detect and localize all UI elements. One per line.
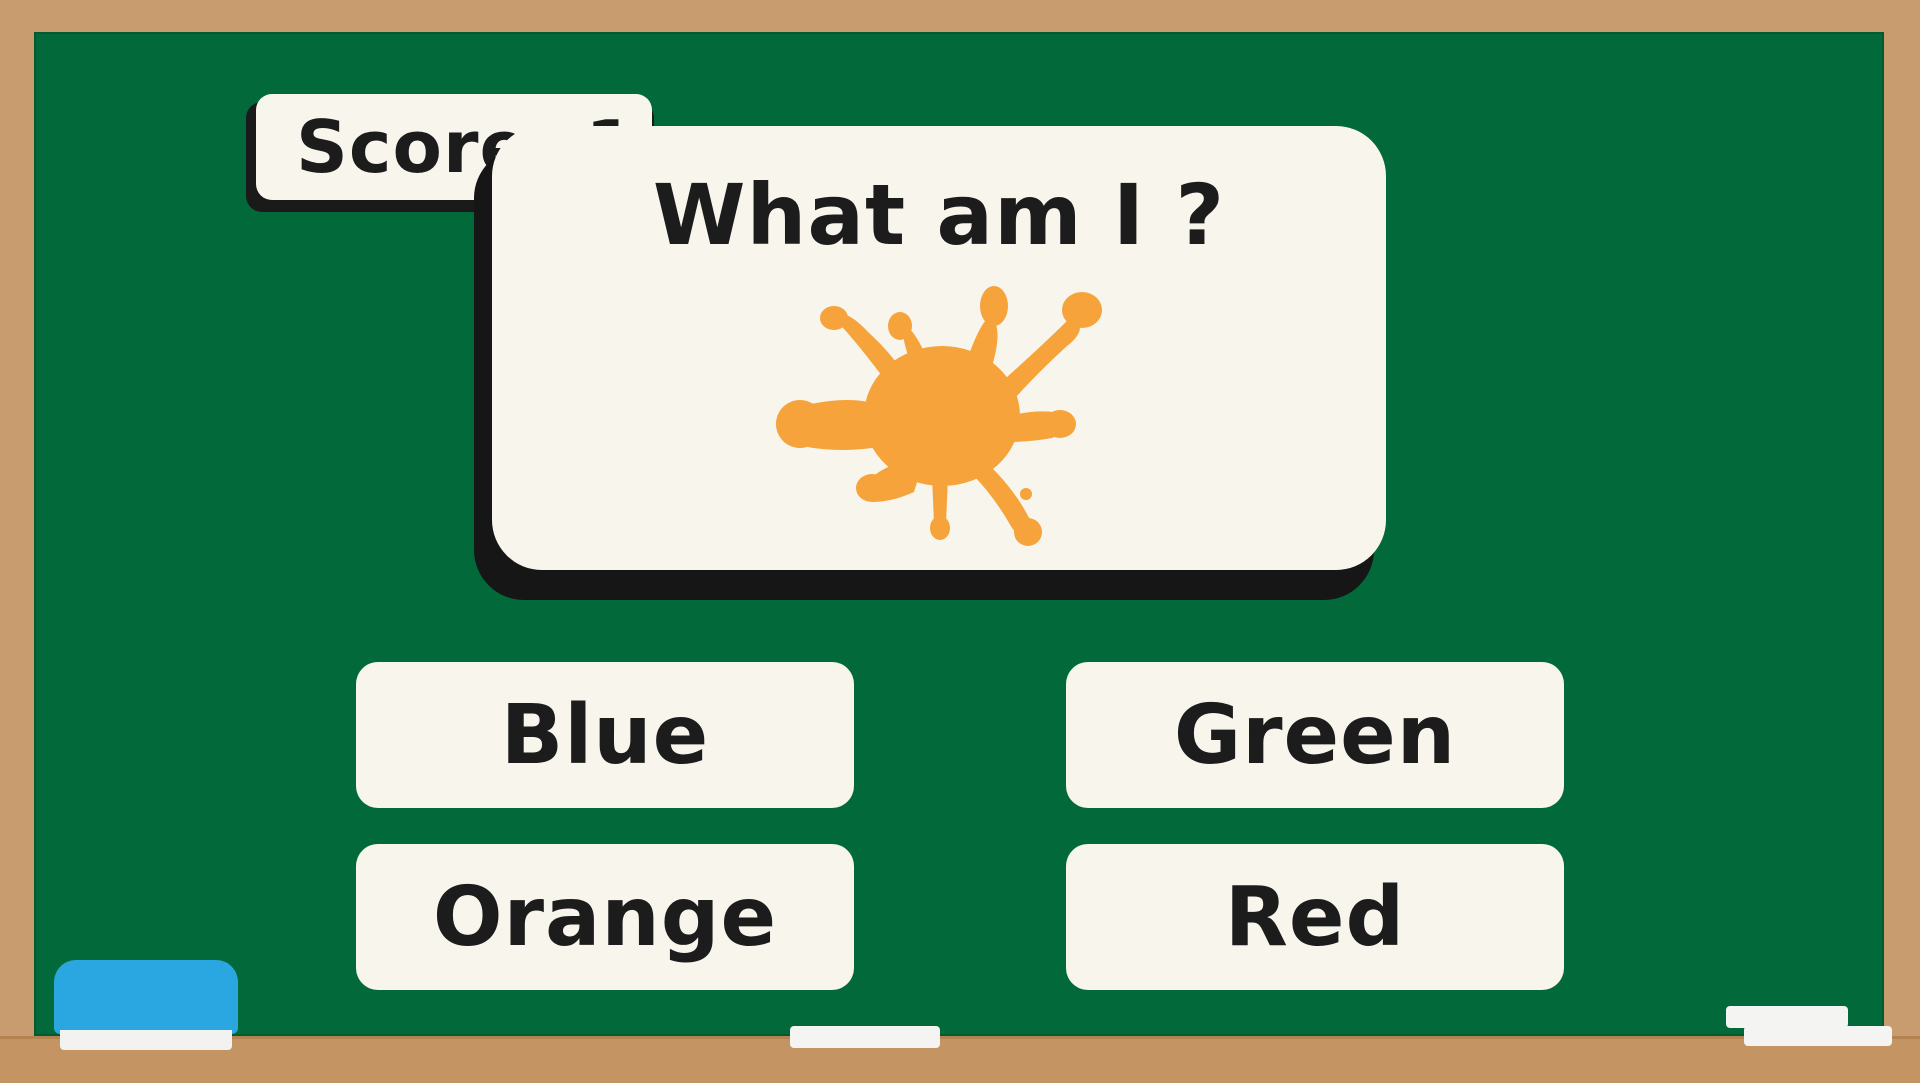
question-card: What am I ? xyxy=(492,126,1386,570)
answer-button-blue[interactable]: Blue xyxy=(356,662,854,808)
question-card-container: What am I ? xyxy=(474,126,1386,600)
eraser-felt xyxy=(60,1030,232,1050)
chalkboard-eraser-icon xyxy=(54,960,238,1050)
chalk-stick-icon xyxy=(1726,1006,1848,1028)
answer-label-blue: Blue xyxy=(500,687,710,783)
answer-label-orange: Orange xyxy=(432,869,778,965)
answer-button-orange[interactable]: Orange xyxy=(356,844,854,990)
question-title: What am I ? xyxy=(652,166,1226,264)
chalk-stick-icon xyxy=(1744,1026,1892,1046)
answer-label-red: Red xyxy=(1224,869,1406,965)
chalk-tray xyxy=(0,1036,1920,1083)
answer-button-red[interactable]: Red xyxy=(1066,844,1564,990)
orange-paint-splat-icon xyxy=(776,286,1102,546)
chalk-stick-icon xyxy=(790,1026,940,1048)
answer-button-green[interactable]: Green xyxy=(1066,662,1564,808)
answer-label-green: Green xyxy=(1173,687,1457,783)
eraser-handle xyxy=(54,960,238,1034)
